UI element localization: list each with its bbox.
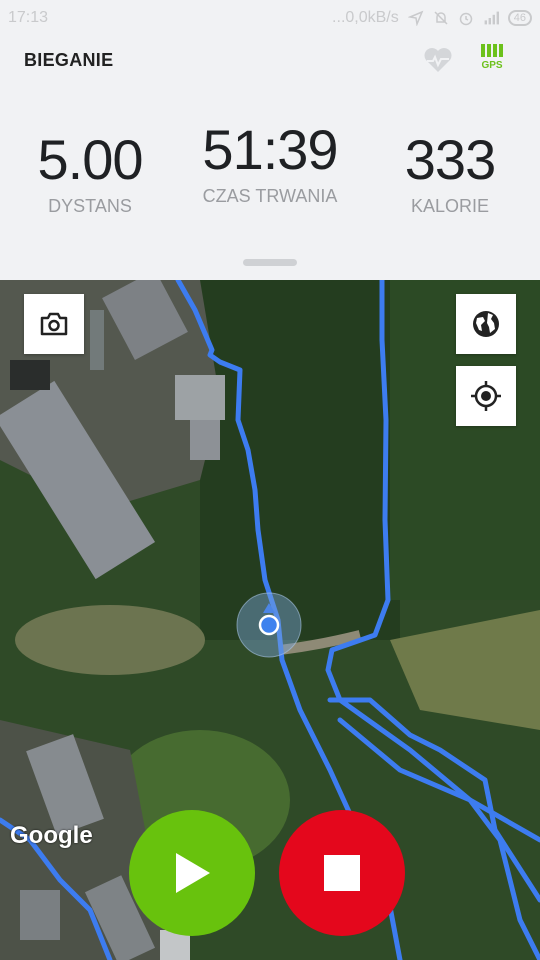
play-icon (176, 853, 210, 893)
distance-label: DYSTANS (48, 196, 132, 216)
status-time: 17:13 (8, 9, 49, 26)
map-type-button[interactable] (456, 294, 516, 354)
crosshair-icon (471, 381, 501, 411)
mute-icon (434, 11, 448, 25)
gps-signal-icon (478, 44, 506, 58)
alarm-icon (459, 12, 472, 26)
location-arrow-icon (407, 10, 424, 26)
calories-label: KALORIE (410, 196, 490, 216)
resume-button[interactable] (129, 810, 255, 936)
calories-value: 333 (404, 128, 496, 191)
my-location-button[interactable] (456, 366, 516, 426)
status-bar: 17:13 ...0,0kB/s 46 (0, 0, 540, 38)
duration-stat: 51:39 CZAS TRWANIA (180, 122, 360, 207)
google-attribution: Google (10, 822, 93, 849)
distance-value: 5.00 (37, 128, 144, 191)
stop-button[interactable] (279, 810, 405, 936)
distance-stat: 5.00 DYSTANS (0, 132, 180, 217)
network-speed: ...0,0kB/s (332, 9, 399, 26)
camera-button[interactable] (24, 294, 84, 354)
workout-header: BIEGANIE GPS 5.00 DYSTANS 51:39 CZAS TRW… (0, 38, 540, 278)
heart-icon[interactable] (423, 46, 453, 74)
duration-value: 51:39 (202, 118, 338, 181)
map-view[interactable]: Google (0, 280, 540, 960)
gps-indicator: GPS (478, 44, 506, 71)
battery-indicator: 46 (507, 10, 532, 26)
drag-handle[interactable] (243, 259, 297, 266)
signal-icon (484, 11, 499, 25)
status-icons: ...0,0kB/s 46 (332, 9, 532, 27)
stop-icon (324, 855, 360, 891)
camera-icon (40, 312, 68, 336)
gps-label: GPS (481, 60, 503, 71)
page-title: BIEGANIE (24, 50, 114, 70)
globe-icon (473, 311, 499, 337)
duration-label: CZAS TRWANIA (202, 186, 338, 206)
calories-stat: 333 KALORIE (360, 132, 540, 217)
